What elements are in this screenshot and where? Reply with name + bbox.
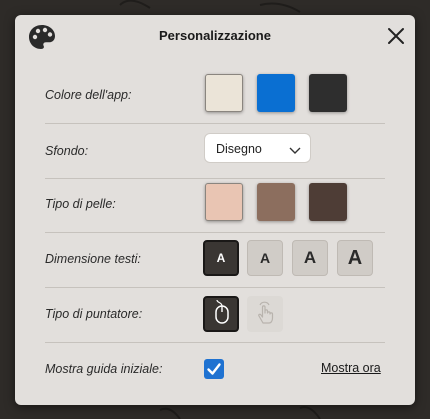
close-icon[interactable] (386, 26, 406, 46)
divider (45, 232, 385, 233)
background-select[interactable]: Disegno (204, 133, 311, 163)
divider (45, 287, 385, 288)
initial-guide-checkbox[interactable] (204, 359, 224, 379)
divider (45, 178, 385, 179)
skin-tone-dark-swatch[interactable] (309, 183, 347, 221)
chevron-down-icon (289, 144, 301, 158)
app-color-label: Colore dell'app: (45, 88, 132, 102)
text-size-label: Dimensione testi: (45, 252, 141, 266)
app-color-dark-swatch[interactable] (309, 74, 347, 112)
dialog-title: Personalizzazione (159, 28, 271, 43)
app-color-cream-swatch[interactable] (205, 74, 243, 112)
app-color-blue-swatch[interactable] (257, 74, 295, 112)
text-size-medium-button[interactable]: A (247, 240, 283, 276)
touch-hand-icon (252, 299, 278, 330)
mouse-icon (208, 299, 234, 330)
divider (45, 342, 385, 343)
checkmark-icon (204, 363, 224, 383)
show-now-link[interactable]: Mostra ora (321, 361, 381, 375)
pointer-mouse-button[interactable] (203, 296, 239, 332)
initial-guide-label: Mostra guida iniziale: (45, 362, 163, 376)
pointer-type-label: Tipo di puntatore: (45, 307, 143, 321)
text-size-xlarge-button[interactable]: A (337, 240, 373, 276)
background-select-value: Disegno (216, 142, 262, 156)
text-size-large-button[interactable]: A (292, 240, 328, 276)
personalization-dialog: Personalizzazione Colore dell'app: Sfond… (15, 15, 415, 405)
skin-tone-light-swatch[interactable] (205, 183, 243, 221)
text-size-small-button[interactable]: A (203, 240, 239, 276)
skin-tone-medium-swatch[interactable] (257, 183, 295, 221)
pointer-touch-button[interactable] (247, 296, 283, 332)
background-label: Sfondo: (45, 144, 89, 158)
divider (45, 123, 385, 124)
skin-tone-label: Tipo di pelle: (45, 197, 116, 211)
